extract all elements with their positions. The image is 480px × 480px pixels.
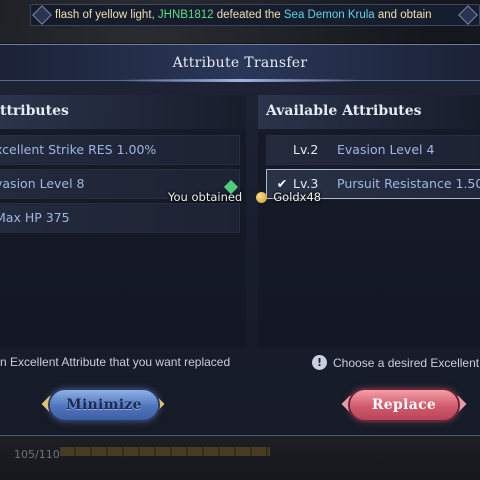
ticker-ornament-icon (458, 5, 478, 25)
ticker-boss-name: Sea Demon Krula (283, 9, 375, 21)
ticker-message: flash of yellow light, JHNB1812 defeated… (55, 9, 455, 21)
available-attributes-heading: Available Attributes (258, 95, 480, 129)
attribute-level: Lv.2 (293, 142, 319, 157)
ticker-prefix: flash of yellow light, (55, 9, 158, 21)
current-attributes-heading: ttributes (0, 95, 246, 129)
dialog-title: Attribute Transfer (172, 55, 308, 71)
choose-hint-text: Choose a desired Excellent A (333, 355, 480, 370)
reward-toast: You obtained Goldx48 (168, 179, 322, 206)
available-attribute-row[interactable]: Lv.2 Evasion Level 4 (266, 135, 480, 165)
replace-button[interactable]: Replace (350, 390, 458, 420)
available-attributes-panel: Available Attributes Lv.2 Evasion Level 4… (258, 95, 480, 347)
gold-coin-icon (256, 191, 268, 203)
attribute-label: Evasion Level 4 (337, 142, 435, 157)
attribute-label: vasion Level 8 (0, 176, 85, 191)
attribute-label: Max HP 375 (0, 210, 70, 225)
ticker-middle: defeated the (213, 9, 284, 21)
attribute-label: Pursuit Resistance 1.50% (337, 176, 480, 191)
game-hud-strip (0, 436, 480, 480)
attribute-transfer-dialog: Attribute Transfer ttributes xcellent St… (0, 44, 480, 436)
replace-hint: n Excellent Attribute that you want repl… (0, 355, 231, 369)
minimize-button[interactable]: Minimize (50, 390, 158, 420)
attribute-label: xcellent Strike RES 1.00% (0, 142, 157, 157)
ticker-player-name: JHNB1812 (157, 9, 214, 21)
current-attributes-panel: ttributes xcellent Strike RES 1.00% vasi… (0, 95, 246, 347)
choose-hint: ! Choose a desired Excellent A (312, 355, 480, 370)
hud-counter: 105/110 (14, 448, 60, 461)
hud-bar (60, 447, 270, 456)
ticker-ornament-icon (32, 5, 52, 25)
info-icon[interactable]: ! (312, 355, 327, 370)
toast-reward: Goldx48 (273, 190, 322, 204)
current-attribute-row[interactable]: xcellent Strike RES 1.00% (0, 135, 240, 165)
current-attribute-row[interactable]: Max HP 375 (0, 203, 240, 233)
ticker-suffix: and obtain (374, 9, 432, 21)
announcement-ticker: flash of yellow light, JHNB1812 defeated… (30, 4, 480, 26)
